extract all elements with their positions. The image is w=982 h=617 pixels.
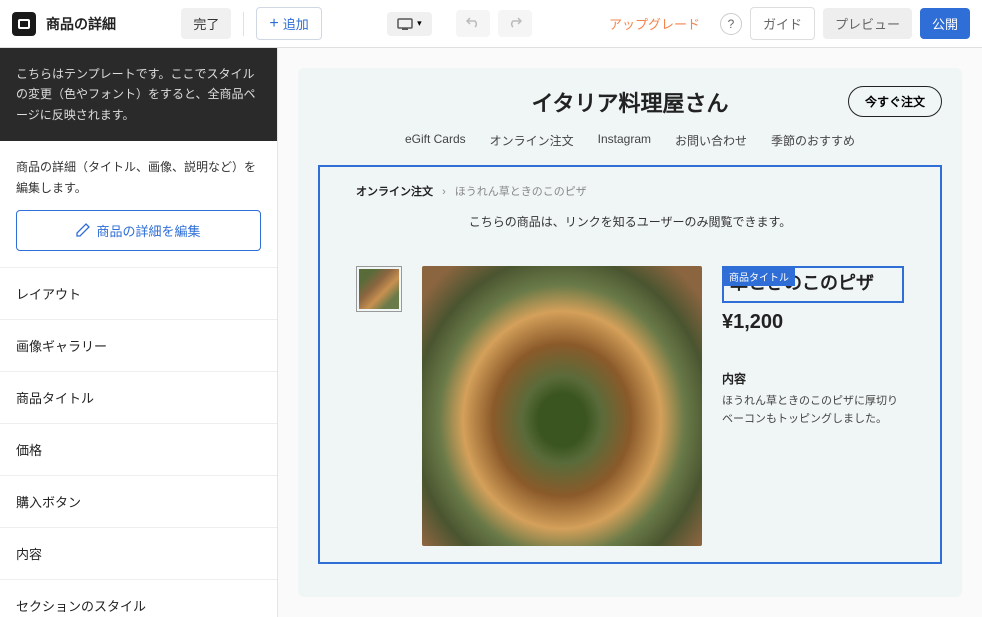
product-title-element[interactable]: 商品タイトル 草ときのこのピザ bbox=[722, 266, 904, 303]
device-selector[interactable]: ▾ bbox=[387, 12, 432, 36]
breadcrumb-main[interactable]: オンライン注文 bbox=[356, 186, 433, 198]
canvas-area[interactable]: イタリア料理屋さん 今すぐ注文 eGift Cards オンライン注文 Inst… bbox=[278, 48, 982, 617]
pencil-icon bbox=[76, 223, 90, 237]
template-note: こちらはテンプレートです。ここでスタイルの変更（色やフォント）をすると、全商品ペ… bbox=[0, 48, 277, 141]
site-nav: eGift Cards オンライン注文 Instagram お問い合わせ 季節の… bbox=[318, 132, 942, 149]
guide-button[interactable]: ガイド bbox=[750, 7, 815, 40]
sidebar-item-price[interactable]: 価格 bbox=[0, 424, 277, 476]
publish-button[interactable]: 公開 bbox=[920, 8, 970, 39]
sidebar-item-gallery[interactable]: 画像ギャラリー bbox=[0, 320, 277, 372]
product-main-image[interactable] bbox=[422, 266, 702, 546]
sidebar-item-content[interactable]: 内容 bbox=[0, 528, 277, 580]
element-type-icon bbox=[12, 12, 36, 36]
nav-online-order[interactable]: オンライン注文 bbox=[490, 132, 574, 149]
panel-title: 商品の詳細 bbox=[46, 14, 116, 34]
element-tag: 商品タイトル bbox=[723, 267, 795, 286]
nav-instagram[interactable]: Instagram bbox=[598, 132, 651, 149]
chevron-right-icon: › bbox=[442, 186, 446, 198]
sidebar-item-section-style[interactable]: セクションのスタイル bbox=[0, 580, 277, 617]
sidebar-item-title[interactable]: 商品タイトル bbox=[0, 372, 277, 424]
product-price: ¥1,200 bbox=[722, 311, 904, 334]
desktop-icon bbox=[397, 18, 413, 30]
sidebar-item-layout[interactable]: レイアウト bbox=[0, 268, 277, 320]
breadcrumb-current: ほうれん草ときのこのピザ bbox=[455, 186, 587, 198]
plus-icon: + bbox=[269, 15, 278, 33]
visibility-notice: こちらの商品は、リンクを知るユーザーのみ閲覧できます。 bbox=[356, 213, 904, 230]
add-button[interactable]: +追加 bbox=[256, 7, 321, 40]
undo-icon bbox=[466, 16, 480, 28]
nav-seasonal[interactable]: 季節のおすすめ bbox=[771, 132, 855, 149]
redo-icon bbox=[508, 16, 522, 28]
product-section[interactable]: オンライン注文 › ほうれん草ときのこのピザ こちらの商品は、リンクを知るユーザ… bbox=[318, 165, 942, 564]
preview-button[interactable]: プレビュー bbox=[823, 8, 912, 39]
edit-description: 商品の詳細（タイトル、画像、説明など）を編集します。 bbox=[16, 157, 261, 198]
order-now-button[interactable]: 今すぐ注文 bbox=[848, 86, 942, 117]
undo-button[interactable] bbox=[456, 10, 490, 37]
redo-button[interactable] bbox=[498, 10, 532, 37]
breadcrumb: オンライン注文 › ほうれん草ときのこのピザ bbox=[356, 183, 904, 199]
content-label: 内容 bbox=[722, 370, 904, 387]
nav-contact[interactable]: お問い合わせ bbox=[675, 132, 747, 149]
divider bbox=[243, 12, 244, 36]
edit-details-button[interactable]: 商品の詳細を編集 bbox=[16, 210, 261, 251]
chevron-down-icon: ▾ bbox=[417, 18, 422, 29]
sidebar-item-buy-button[interactable]: 購入ボタン bbox=[0, 476, 277, 528]
nav-egift[interactable]: eGift Cards bbox=[405, 132, 466, 149]
upgrade-button[interactable]: アップグレード bbox=[597, 8, 712, 39]
done-button[interactable]: 完了 bbox=[181, 8, 231, 39]
help-button[interactable]: ? bbox=[720, 13, 742, 35]
content-text: ほうれん草ときのこのピザに厚切りベーコンもトッピングしました。 bbox=[722, 393, 904, 428]
thumbnail-1[interactable] bbox=[356, 266, 402, 312]
